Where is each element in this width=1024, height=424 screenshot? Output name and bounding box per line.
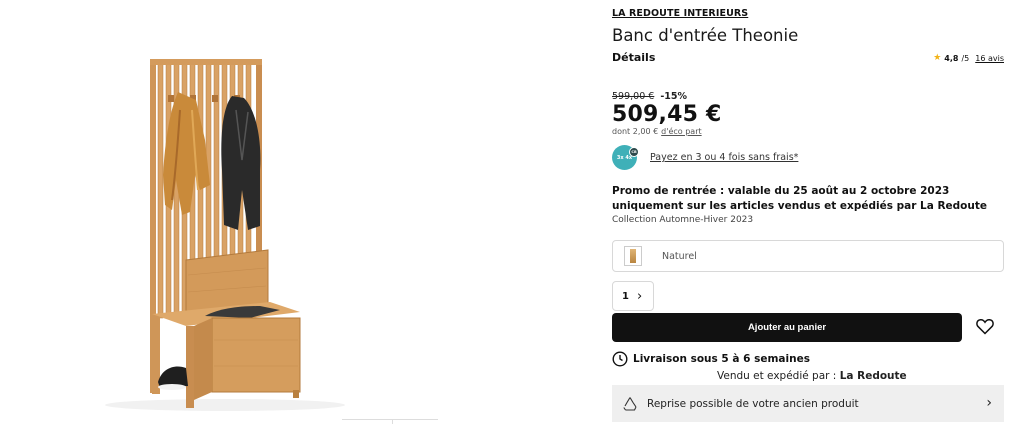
seller-name: La Redoute: [839, 370, 907, 382]
clock-icon: [612, 351, 628, 367]
old-price-row: 599,00 € -15%: [612, 91, 687, 102]
gallery-thumbnails[interactable]: [342, 419, 438, 424]
product-title: Banc d'entrée Theonie: [612, 26, 799, 45]
installment-badge-icon: 3x 4x CB: [612, 145, 639, 170]
box-side: [194, 318, 212, 400]
floor-shadow: [105, 399, 345, 411]
discount-badge: -15%: [660, 91, 687, 102]
eco-link[interactable]: d'éco part: [661, 127, 701, 136]
add-to-cart-button[interactable]: Ajouter au panier: [612, 313, 962, 342]
seat-leg-front: [186, 326, 194, 408]
product-gallery: [0, 0, 600, 424]
seller-info: Vendu et expédié par : La Redoute: [717, 370, 907, 382]
card-mini-icon: CB: [629, 147, 639, 157]
chevron-right-icon: ›: [636, 288, 643, 304]
product-info-panel: LA REDOUTE INTERIEURS Banc d'entrée Theo…: [612, 0, 1004, 424]
trade-in-text: Reprise possible de votre ancien produit: [647, 397, 859, 410]
reviews-link[interactable]: 16 avis: [975, 54, 1004, 63]
star-icon: ★: [933, 53, 942, 63]
quantity-selector[interactable]: 1 ›: [612, 281, 654, 311]
payment-installments[interactable]: 3x 4x CB Payez en 3 ou 4 fois sans frais…: [612, 145, 798, 170]
top-rail: [150, 59, 262, 65]
trade-in-banner[interactable]: Reprise possible de votre ancien produit…: [612, 385, 1004, 422]
rating-score: 4,8: [944, 53, 959, 63]
quantity-value: 1: [622, 290, 629, 302]
eco-participation: dont 2,00 € d'éco part: [612, 127, 702, 136]
chevron-right-icon: ›: [986, 395, 992, 411]
delivery-text: Livraison sous 5 à 6 semaines: [633, 353, 810, 365]
promo-text: Promo de rentrée : valable du 25 août au…: [612, 185, 988, 212]
seller-prefix: Vendu et expédié par :: [717, 370, 837, 382]
current-price: 509,45 €: [612, 102, 722, 127]
color-label: Naturel: [662, 250, 697, 262]
color-selector[interactable]: Naturel: [612, 240, 1004, 272]
rating[interactable]: ★ 4,8 /5 16 avis: [933, 53, 1004, 63]
old-price: 599,00 €: [612, 91, 655, 102]
color-swatch: [624, 246, 642, 266]
rating-scale: /5: [961, 53, 970, 63]
installment-link[interactable]: Payez en 3 ou 4 fois sans frais*: [650, 152, 798, 163]
brand-link[interactable]: LA REDOUTE INTERIEURS: [612, 8, 748, 19]
box-front: [211, 317, 301, 393]
recycle-icon: [623, 396, 637, 411]
collection-label: Collection Automne-Hiver 2023: [612, 215, 754, 225]
heart-icon[interactable]: [975, 316, 995, 336]
eco-amount: dont 2,00 €: [612, 127, 659, 136]
details-label: Détails: [612, 51, 656, 64]
product-image[interactable]: [0, 0, 600, 424]
delivery-info: Livraison sous 5 à 6 semaines: [612, 351, 810, 367]
